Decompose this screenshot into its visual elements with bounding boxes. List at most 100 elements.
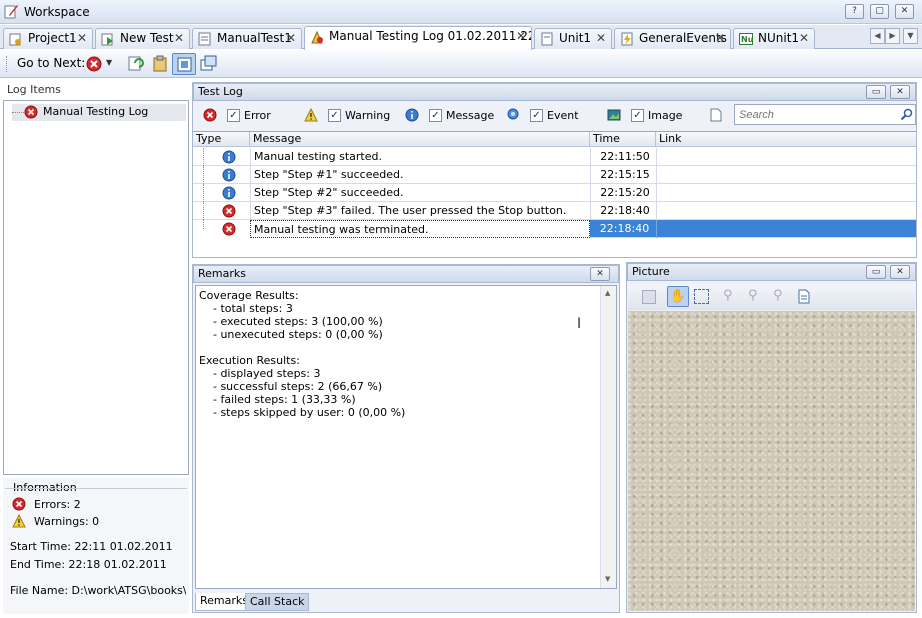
- fit-icon[interactable]: [642, 290, 656, 304]
- panel-close-button[interactable]: ✕: [890, 85, 910, 99]
- toggle-view-button[interactable]: [172, 53, 196, 75]
- column-header-time[interactable]: Time: [590, 132, 656, 147]
- row-message: Manual testing started.: [250, 148, 590, 166]
- warning-icon: [12, 514, 26, 528]
- row-link[interactable]: [656, 202, 916, 220]
- panel-close-button[interactable]: ✕: [590, 267, 610, 281]
- log-item-label: Manual Testing Log: [43, 105, 149, 118]
- hand-tool-icon[interactable]: ✋: [667, 286, 689, 307]
- tab-call-stack[interactable]: Call Stack: [245, 593, 310, 611]
- error-icon: [24, 105, 38, 119]
- zoom-in-icon[interactable]: ⚲: [723, 288, 733, 303]
- image-filter-label: Image: [648, 109, 683, 122]
- row-link[interactable]: [656, 148, 916, 166]
- close-icon[interactable]: ✕: [286, 29, 296, 48]
- table-row[interactable]: Manual testing started. 22:11:50: [193, 148, 916, 166]
- scroll-up-icon[interactable]: ▲: [605, 289, 610, 297]
- document-icon[interactable]: [798, 289, 810, 304]
- select-tool-icon[interactable]: [694, 289, 709, 304]
- column-header-message[interactable]: Message: [250, 132, 590, 147]
- zoom-out-icon[interactable]: ⚲: [748, 288, 758, 303]
- actual-size-icon[interactable]: ⚲: [773, 288, 783, 303]
- close-icon[interactable]: ✕: [174, 29, 184, 48]
- picture-header: Picture ▭ ✕: [627, 263, 916, 281]
- tab-manualtest1[interactable]: ManualTest1 ✕: [192, 28, 302, 49]
- tab-manual-testing-log[interactable]: Manual Testing Log 01.02.2011 22... ✕: [304, 26, 532, 50]
- scroll-down-icon[interactable]: ▼: [605, 575, 610, 583]
- window-title: Workspace: [24, 5, 90, 19]
- picture-canvas[interactable]: [628, 311, 915, 611]
- workspace-icon: [4, 5, 18, 19]
- remarks-panel: Remarks ✕ Coverage Results: - total step…: [192, 264, 620, 613]
- tree-line: [203, 184, 204, 202]
- refresh-icon[interactable]: [126, 54, 146, 74]
- row-link[interactable]: [656, 220, 916, 238]
- table-row[interactable]: Step "Step #1" succeeded. 22:15:15: [193, 166, 916, 184]
- log-items-header: Log Items: [7, 83, 61, 96]
- remarks-text[interactable]: Coverage Results: - total steps: 3 - exe…: [195, 285, 617, 589]
- help-button[interactable]: ?: [845, 4, 864, 19]
- panel-close-button[interactable]: ✕: [890, 265, 910, 279]
- tab-generalevents[interactable]: GeneralEvents ✕: [614, 28, 731, 49]
- row-time: 22:11:50: [590, 148, 656, 166]
- panel-restore-button[interactable]: ▭: [866, 85, 886, 99]
- event-filter-checkbox[interactable]: ✓: [530, 109, 543, 122]
- tab-nunit1[interactable]: Nu NUnit1 ✕: [733, 28, 815, 49]
- search-icon[interactable]: [900, 108, 913, 121]
- remarks-line: - displayed steps: 3: [199, 367, 321, 380]
- error-icon: [12, 497, 26, 511]
- panel-restore-button[interactable]: ▭: [866, 265, 886, 279]
- search-input[interactable]: [734, 104, 916, 125]
- remarks-line: Coverage Results:: [199, 289, 299, 302]
- close-icon[interactable]: ✕: [516, 27, 526, 46]
- toolbar-grip[interactable]: [6, 56, 9, 72]
- tree-line: [203, 166, 204, 184]
- restore-button[interactable]: ▢: [870, 4, 889, 19]
- divider: [5, 488, 187, 489]
- tab-list-icon[interactable]: ▼: [903, 28, 918, 44]
- tab-new-test[interactable]: New Test ✕: [95, 28, 190, 49]
- row-link[interactable]: [656, 166, 916, 184]
- tree-line: [203, 220, 204, 229]
- image-filter-checkbox[interactable]: ✓: [631, 109, 644, 122]
- row-time: 22:18:40: [599, 222, 650, 235]
- tree-line: [203, 148, 204, 166]
- tab-project1[interactable]: Project1 ✕: [3, 28, 93, 49]
- row-message: Step "Step #1" succeeded.: [250, 166, 590, 184]
- information-panel: Information Errors: 2 Warnings: 0 Start …: [3, 478, 189, 614]
- chevron-down-icon[interactable]: ▼: [106, 58, 112, 67]
- clipboard-icon[interactable]: [150, 54, 170, 74]
- unit-icon: [541, 32, 553, 46]
- picture-panel: Picture ▭ ✕ ✋ ⚲ ⚲ ⚲: [626, 262, 917, 613]
- error-filter-icon[interactable]: [84, 54, 104, 74]
- close-icon[interactable]: ✕: [715, 29, 725, 48]
- close-icon[interactable]: ✕: [799, 29, 809, 48]
- table-row[interactable]: Step "Step #3" failed. The user pressed …: [193, 202, 916, 220]
- row-time: 22:18:40: [590, 202, 656, 220]
- column-header-type[interactable]: Type: [193, 132, 250, 147]
- list-item[interactable]: Manual Testing Log: [12, 104, 186, 121]
- scroll-right-icon[interactable]: ▶: [885, 28, 900, 44]
- column-header-link[interactable]: Link: [656, 132, 916, 147]
- warning-filter-checkbox[interactable]: ✓: [328, 109, 341, 122]
- row-time: 22:15:20: [590, 184, 656, 202]
- message-icon: [222, 168, 236, 182]
- close-icon[interactable]: ✕: [596, 29, 606, 48]
- scroll-left-icon[interactable]: ◀: [870, 28, 885, 44]
- windows-icon[interactable]: [199, 54, 219, 74]
- row-message: Step "Step #3" failed. The user pressed …: [250, 202, 590, 220]
- events-icon: [621, 32, 633, 46]
- table-row-selected[interactable]: Manual testing was terminated. 22:18:40: [193, 220, 916, 238]
- table-row[interactable]: Step "Step #2" succeeded. 22:15:20: [193, 184, 916, 202]
- error-filter-checkbox[interactable]: ✓: [227, 109, 240, 122]
- message-filter-checkbox[interactable]: ✓: [429, 109, 442, 122]
- close-window-button[interactable]: ✕: [895, 4, 914, 19]
- test-icon: [101, 33, 113, 46]
- tab-unit1[interactable]: Unit1 ✕: [534, 28, 612, 49]
- error-icon: [222, 204, 236, 218]
- close-icon[interactable]: ✕: [77, 29, 87, 48]
- vertical-scrollbar[interactable]: ▲ ▼: [600, 286, 616, 588]
- picture-toolbar: ✋ ⚲ ⚲ ⚲: [628, 284, 915, 310]
- row-link[interactable]: [656, 184, 916, 202]
- goto-next-label: Go to Next:: [17, 56, 86, 70]
